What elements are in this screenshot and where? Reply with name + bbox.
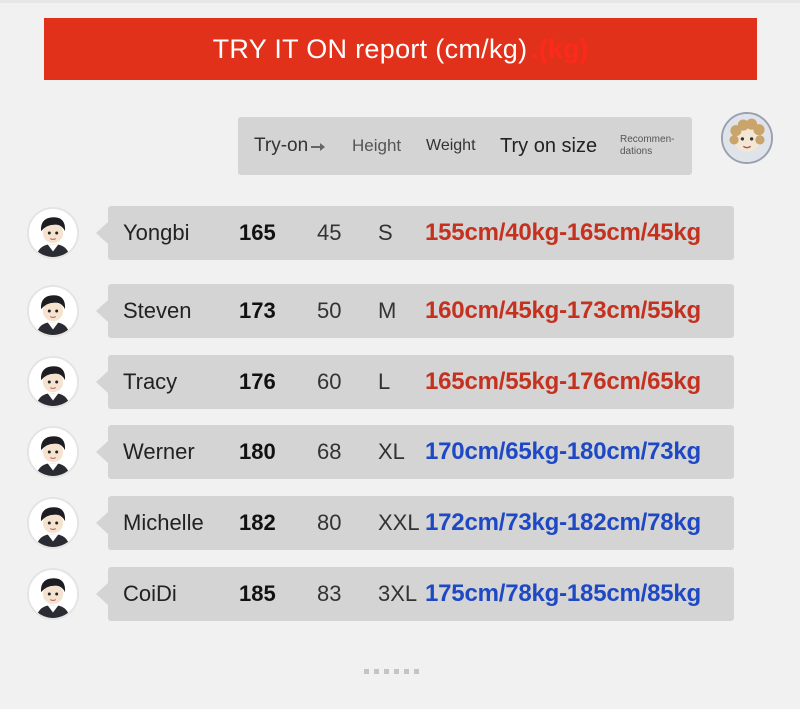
row-avatar: [27, 568, 79, 620]
recommended-range: 172cm/73kg-182cm/78kg: [425, 509, 701, 536]
tester-name: CoiDi: [123, 581, 177, 606]
banner-smudge-text: .(kg): [531, 33, 589, 64]
tester-height: 176: [239, 369, 276, 394]
arrow-right-icon: [311, 143, 326, 151]
tester-name: Werner: [123, 439, 195, 464]
size-row: Michelle 182 80 XXL 172cm/73kg-182cm/78k…: [96, 496, 734, 550]
tried-size: XL: [378, 439, 405, 464]
row-avatar: [27, 207, 79, 259]
size-row: Werner 180 68 XL 170cm/65kg-180cm/73kg: [96, 425, 734, 479]
header-height: Height: [352, 136, 402, 155]
tester-height: 180: [239, 439, 276, 464]
row-avatar: [27, 497, 79, 549]
row-avatar: [27, 356, 79, 408]
recommended-range: 160cm/45kg-173cm/55kg: [425, 297, 701, 324]
tester-weight: 68: [317, 439, 342, 464]
tester-name: Tracy: [123, 369, 178, 394]
tried-size: XXL: [378, 510, 420, 535]
tester-name: Michelle: [123, 510, 204, 535]
tester-name: Yongbi: [123, 220, 190, 245]
speech-pointer: [96, 222, 108, 244]
header-try-on-label: Try-on: [254, 135, 309, 156]
boy-avatar-icon: [29, 428, 77, 476]
speech-pointer: [96, 371, 108, 393]
tried-size: L: [378, 369, 391, 394]
tester-height: 182: [239, 510, 276, 535]
tester-weight: 50: [317, 298, 342, 323]
report-title: TRY IT ON report (cm/kg): [212, 33, 528, 64]
speech-pointer: [96, 300, 108, 322]
recommended-range: 175cm/78kg-185cm/85kg: [425, 580, 701, 607]
pagination-dots: [364, 669, 419, 674]
tester-height: 173: [239, 298, 276, 323]
speech-pointer: [96, 583, 108, 605]
column-header-bar: Try-on Height Weight Try on size Recomme…: [238, 117, 692, 175]
header-avatar: [721, 112, 773, 164]
tried-size: S: [378, 220, 393, 245]
tester-weight: 80: [317, 510, 342, 535]
tester-weight: 45: [317, 220, 342, 245]
header-try-on-size: Try on size: [500, 134, 598, 157]
size-row: Tracy 176 60 L 165cm/55kg-176cm/65kg: [96, 355, 734, 409]
boy-avatar-icon: [29, 209, 77, 257]
tester-height: 185: [239, 581, 276, 606]
size-row: Yongbi 165 45 S 155cm/40kg-165cm/45kg: [96, 206, 734, 260]
header-weight: Weight: [426, 137, 476, 154]
tester-weight: 83: [317, 581, 342, 606]
top-divider: [0, 0, 800, 3]
row-avatar: [27, 285, 79, 337]
row-avatar: [27, 426, 79, 478]
recommended-range: 170cm/65kg-180cm/73kg: [425, 438, 701, 465]
header-try-on: Try-on: [254, 117, 326, 175]
size-row: CoiDi 185 83 3XL 175cm/78kg-185cm/85kg: [96, 567, 734, 621]
recommended-range: 165cm/55kg-176cm/65kg: [425, 368, 701, 395]
speech-pointer: [96, 512, 108, 534]
tried-size: 3XL: [378, 581, 418, 606]
report-banner: TRY IT ON report (cm/kg) .(kg): [44, 18, 757, 80]
tester-height: 165: [239, 220, 276, 245]
recommended-range: 155cm/40kg-165cm/45kg: [425, 219, 701, 246]
tried-size: M: [378, 298, 397, 323]
boy-avatar-icon: [29, 570, 77, 618]
boy-avatar-icon: [29, 358, 77, 406]
tester-name: Steven: [123, 298, 192, 323]
boy-avatar-icon: [29, 499, 77, 547]
curly-hair-avatar-icon: [723, 114, 771, 162]
speech-pointer: [96, 441, 108, 463]
tester-weight: 60: [317, 369, 342, 394]
boy-avatar-icon: [29, 287, 77, 335]
header-recommendations: Recommen- dations: [620, 134, 675, 157]
size-row: Steven 173 50 M 160cm/45kg-173cm/55kg: [96, 284, 734, 338]
